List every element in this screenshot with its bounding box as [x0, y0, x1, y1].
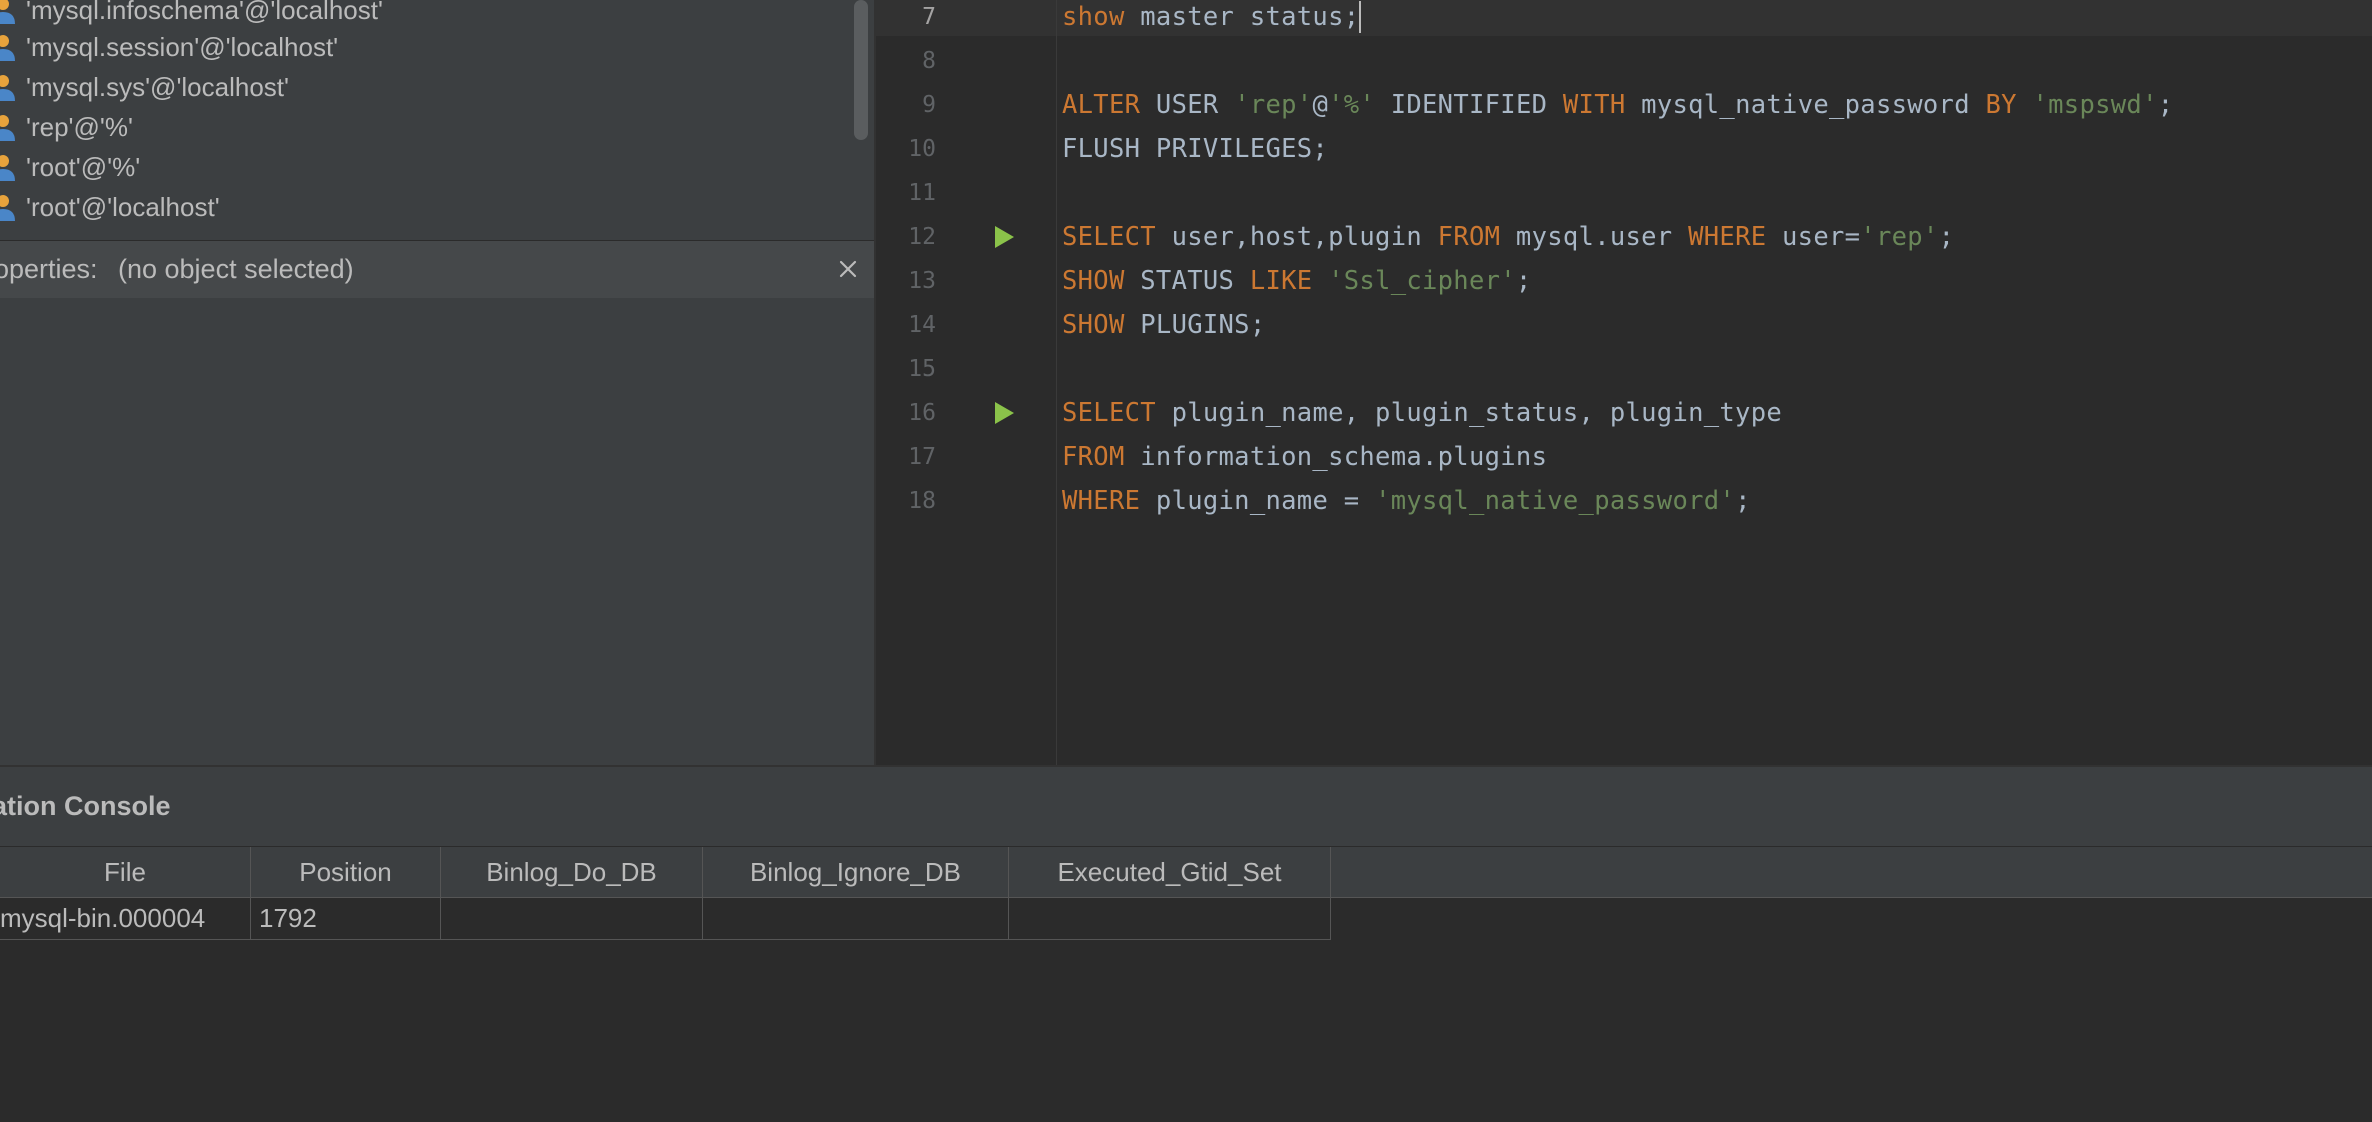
code-line: ALTER USER 'rep'@'%' IDENTIFIED WITH mys… [1062, 90, 2173, 120]
line-number: 8 [922, 48, 936, 74]
line-number: 7 [922, 4, 936, 30]
code-token: SHOW [1062, 266, 1125, 296]
table-cell[interactable] [1009, 898, 1331, 940]
code-token: master status; [1124, 2, 1360, 32]
code-token: SELECT [1062, 222, 1156, 252]
tree-panel: 'mysql.infoschema'@'localhost' 'mysql.se… [0, 0, 874, 240]
run-icon[interactable] [992, 400, 1016, 426]
properties-label: operties: [0, 254, 98, 284]
code-token: SHOW [1062, 310, 1125, 340]
table-cell[interactable] [441, 898, 703, 940]
code-line: SELECT user,host,plugin FROM mysql.user … [1062, 222, 1954, 252]
code-token: STATUS [1124, 266, 1250, 296]
code-token: 'mspswd' [2032, 90, 2158, 120]
properties-header: operties: (no object selected) [0, 241, 874, 298]
properties-value: (no object selected) [118, 254, 354, 284]
code-token: 'mysql_native_password' [1375, 486, 1736, 516]
close-icon[interactable] [834, 255, 862, 283]
code-token: 'rep' [1860, 222, 1939, 252]
code-line: SELECT plugin_name, plugin_status, plugi… [1062, 398, 1782, 428]
column-header-executed-gtid-set[interactable]: Executed_Gtid_Set [1009, 847, 1331, 897]
line-number: 16 [908, 400, 936, 426]
code-token: USER [1140, 90, 1235, 120]
code-line: SHOW STATUS LIKE 'Ssl_cipher'; [1062, 266, 1532, 296]
tree-item-label: 'mysql.session'@'localhost' [26, 31, 339, 62]
line-number: 10 [908, 136, 936, 162]
tree-scrollbar[interactable] [854, 0, 868, 140]
user-icon [0, 155, 15, 181]
user-icon [0, 35, 15, 61]
code-token: mysql_native_password [1625, 90, 1986, 120]
table-cell[interactable] [703, 898, 1009, 940]
column-header-position[interactable]: Position [251, 847, 441, 897]
line-number: 14 [908, 312, 936, 338]
tree-item-label: 'mysql.infoschema'@'localhost' [26, 0, 383, 25]
table-cell[interactable]: mysql-bin.000004 [0, 898, 251, 940]
user-icon [0, 0, 15, 24]
text-caret [1359, 1, 1361, 33]
line-number: 12 [908, 224, 936, 250]
code-token: BY [1985, 90, 2017, 120]
run-icon[interactable] [992, 224, 1016, 250]
code-line: SHOW PLUGINS; [1062, 310, 1265, 340]
code-token: mysql.user [1500, 222, 1689, 252]
line-number: 15 [908, 356, 936, 382]
code-token: FLUSH PRIVILEGES; [1062, 134, 1329, 164]
code-token: user= [1766, 222, 1861, 252]
code-token: ; [1515, 266, 1532, 296]
user-icon [0, 195, 15, 221]
result-grid-header: File Position Binlog_Do_DB Binlog_Ignore… [0, 847, 2372, 898]
code-token: 'rep' [1234, 90, 1313, 120]
code-token: ; [1938, 222, 1955, 252]
code-token: plugin_name, plugin_status, plugin_type [1155, 398, 1783, 428]
code-token: ALTER [1062, 90, 1141, 120]
tree-item-label: 'root'@'%' [26, 151, 141, 182]
tree-item-label: 'mysql.sys'@'localhost' [26, 71, 289, 102]
code-token: plugin_name = [1140, 486, 1376, 516]
console-header: ation Console [0, 767, 2372, 847]
code-token: user,host,plugin [1155, 222, 1438, 252]
code-token: SELECT [1062, 398, 1156, 428]
user-icon [0, 115, 15, 141]
properties-panel [0, 298, 874, 765]
code-token: WITH [1562, 90, 1626, 120]
code-token: 'Ssl_cipher' [1328, 266, 1516, 296]
console-title: ation Console [0, 791, 171, 821]
column-header-binlog-ignore-db[interactable]: Binlog_Ignore_DB [703, 847, 1009, 897]
column-header-file[interactable]: File [0, 847, 251, 897]
code-token: ; [2157, 90, 2174, 120]
code-token: @ [1312, 90, 1329, 120]
code-token: WHERE [1688, 222, 1767, 252]
gutter-separator [1056, 0, 1057, 765]
code-token: ; [1735, 486, 1751, 516]
code-token: WHERE [1062, 486, 1141, 516]
user-icon [0, 75, 15, 101]
code-line: FLUSH PRIVILEGES; [1062, 134, 1328, 164]
line-number: 9 [922, 92, 936, 118]
code-line: WHERE plugin_name = 'mysql_native_passwo… [1062, 486, 1751, 516]
code-token: PLUGINS; [1124, 310, 1266, 340]
code-token: FROM [1437, 222, 1501, 252]
line-number: 11 [908, 180, 936, 206]
line-number: 17 [908, 444, 936, 470]
line-number: 18 [908, 488, 936, 514]
column-header-binlog-do-db[interactable]: Binlog_Do_DB [441, 847, 703, 897]
code-token: show [1062, 2, 1125, 32]
code-token: IDENTIFIED [1375, 90, 1563, 120]
tree-item-label: 'root'@'localhost' [26, 191, 220, 222]
code-line: show master status; [1062, 2, 1359, 32]
tree-item-label: 'rep'@'%' [26, 111, 133, 142]
code-token: FROM [1062, 442, 1125, 472]
table-cell[interactable]: 1792 [251, 898, 441, 940]
code-line: FROM information_schema.plugins [1062, 442, 1547, 472]
code-token: information_schema.plugins [1124, 442, 1548, 472]
code-token: LIKE [1249, 266, 1313, 296]
code-token: '%' [1328, 90, 1376, 120]
line-number: 13 [908, 268, 936, 294]
